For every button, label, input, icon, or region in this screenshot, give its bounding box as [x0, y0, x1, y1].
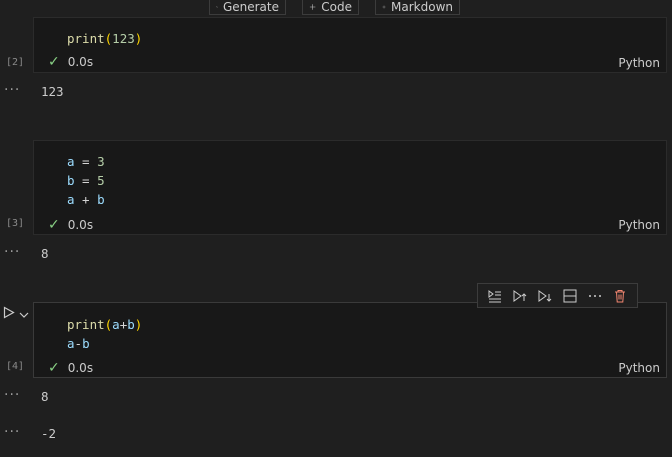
cell-output: 8: [41, 246, 49, 261]
execution-time: 0.0s: [67, 55, 94, 69]
more-actions-button[interactable]: [586, 287, 604, 305]
cell-language[interactable]: Python: [618, 218, 660, 232]
cell-editor[interactable]: print(a+b) a-b: [67, 315, 142, 353]
split-cell-icon: [563, 289, 577, 302]
run-by-line-button[interactable]: [486, 287, 504, 305]
plus-icon: [382, 5, 386, 9]
execution-count: [4]: [6, 361, 25, 372]
code-cell[interactable]: print(123) ✓ 0.0s Python: [33, 17, 667, 73]
generate-button[interactable]: Generate: [209, 0, 286, 15]
cell-toolbar: [477, 283, 638, 308]
run-below-icon: [538, 289, 552, 302]
run-above-icon: [513, 289, 527, 302]
check-icon: ✓: [48, 217, 60, 233]
cell-output: -2: [41, 426, 57, 441]
delete-cell-button[interactable]: [611, 287, 629, 305]
cell-language[interactable]: Python: [618, 56, 660, 70]
cell-status: ✓ 0.0s: [48, 217, 94, 233]
ellipsis-icon[interactable]: ···: [4, 244, 20, 260]
cell-editor[interactable]: print(123): [67, 29, 142, 48]
sparkle-icon: [216, 5, 218, 8]
ellipsis-icon[interactable]: ···: [4, 387, 20, 403]
execution-count: [3]: [6, 218, 25, 229]
cell-output: 8: [41, 389, 49, 404]
plus-icon: [309, 4, 316, 10]
check-icon: ✓: [48, 360, 60, 376]
execution-time: 0.0s: [67, 361, 94, 375]
add-markdown-cell-button[interactable]: Markdown: [375, 0, 460, 15]
generate-label: Generate: [222, 0, 279, 14]
cell-output: 123: [41, 84, 64, 99]
execution-time: 0.0s: [67, 218, 94, 232]
check-icon: ✓: [48, 54, 60, 70]
trash-icon: [615, 289, 626, 302]
cell-language[interactable]: Python: [618, 361, 660, 375]
cell-status: ✓ 0.0s: [48, 360, 94, 376]
cell-editor[interactable]: a = 3 b = 5 a + b: [67, 152, 105, 209]
split-cell-button[interactable]: [561, 287, 579, 305]
run-by-line-icon: [488, 289, 501, 302]
execute-below-button[interactable]: [536, 287, 554, 305]
execution-count: [2]: [6, 57, 25, 68]
cell-status: ✓ 0.0s: [48, 54, 94, 70]
code-cell[interactable]: print(a+b) a-b ✓ 0.0s Python: [33, 302, 667, 378]
code-label: Code: [321, 0, 352, 14]
ellipsis-icon[interactable]: ···: [4, 424, 20, 440]
play-icon[interactable]: [3, 306, 15, 322]
chevron-down-icon[interactable]: [19, 308, 29, 322]
ellipsis-icon[interactable]: ···: [4, 82, 20, 98]
add-code-cell-button[interactable]: Code: [302, 0, 359, 15]
execute-above-button[interactable]: [511, 287, 529, 305]
code-cell[interactable]: a = 3 b = 5 a + b ✓ 0.0s Python: [33, 140, 667, 235]
markdown-label: Markdown: [391, 0, 453, 14]
ellipsis-icon: [589, 294, 602, 297]
